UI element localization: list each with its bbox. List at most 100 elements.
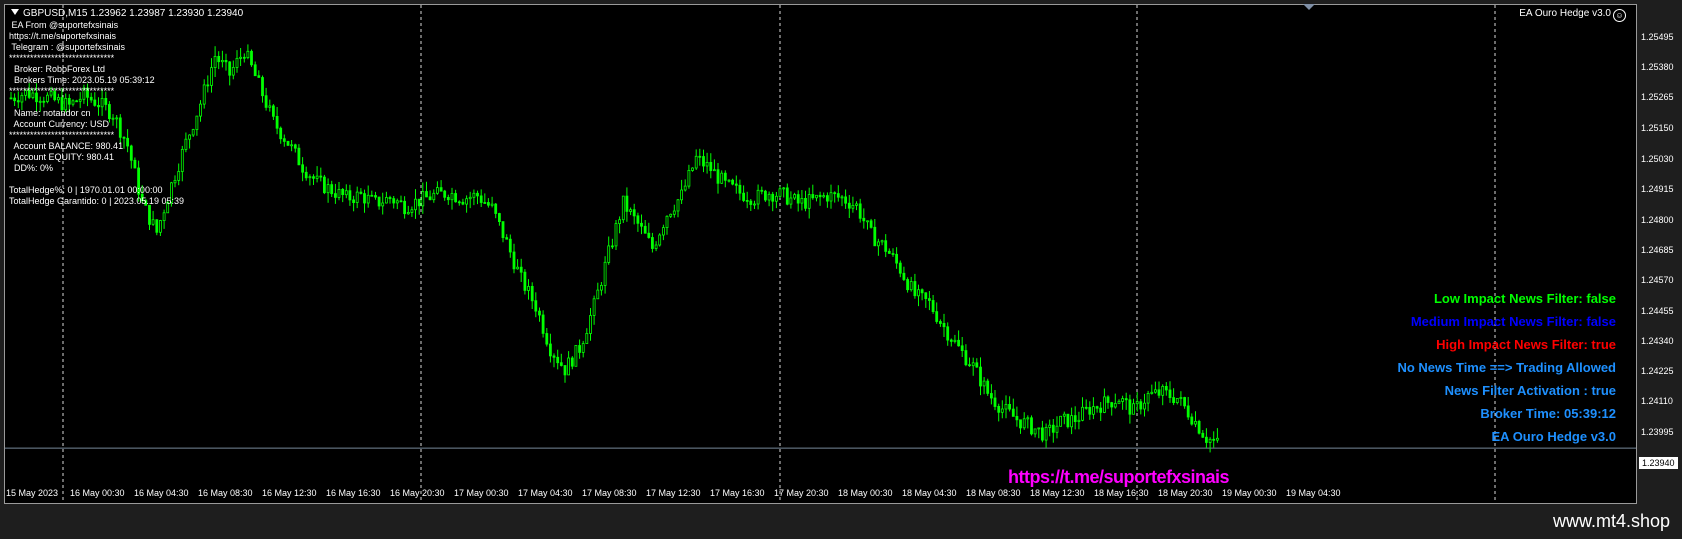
info-line: Account EQUITY: 980.41 bbox=[9, 152, 115, 162]
candle bbox=[1103, 388, 1106, 414]
candle bbox=[1208, 437, 1212, 453]
time-tick-label: 18 May 08:30 bbox=[966, 488, 1021, 498]
candle bbox=[370, 190, 374, 197]
candle bbox=[1066, 413, 1070, 429]
candle bbox=[1121, 395, 1124, 410]
candle bbox=[753, 200, 756, 209]
candle bbox=[1026, 415, 1030, 429]
candle bbox=[968, 357, 971, 367]
chart-area[interactable]: GBPUSD,M15 1.23962 1.23987 1.23930 1.239… bbox=[4, 4, 1637, 504]
candle bbox=[158, 219, 162, 236]
ea-title-text: EA Ouro Hedge v3.0 bbox=[1519, 8, 1611, 19]
candle bbox=[738, 179, 742, 201]
candle bbox=[228, 61, 232, 86]
candle bbox=[126, 129, 129, 153]
candle bbox=[180, 145, 184, 182]
candle bbox=[884, 234, 888, 258]
candle bbox=[804, 190, 807, 212]
candle bbox=[964, 344, 968, 367]
candle bbox=[220, 50, 224, 68]
info-line: ****************************** bbox=[9, 53, 115, 63]
candle bbox=[264, 87, 268, 111]
candle bbox=[1205, 428, 1208, 449]
current-price-tag: 1.23940 bbox=[1639, 457, 1678, 469]
candle bbox=[414, 189, 417, 219]
candle bbox=[399, 195, 403, 203]
candle bbox=[1143, 393, 1146, 417]
candle bbox=[775, 192, 778, 209]
price-tick-label: 1.24455 bbox=[1641, 305, 1674, 316]
candle bbox=[1095, 405, 1099, 413]
candle bbox=[986, 378, 990, 396]
candle bbox=[392, 196, 396, 209]
candle bbox=[709, 153, 713, 179]
candle bbox=[621, 195, 625, 223]
candle bbox=[1212, 431, 1216, 448]
candle bbox=[177, 163, 181, 186]
candle bbox=[665, 215, 669, 235]
candle bbox=[742, 185, 745, 203]
candle bbox=[975, 358, 979, 368]
candle bbox=[651, 232, 654, 253]
candle bbox=[341, 188, 345, 203]
candle bbox=[381, 192, 385, 215]
price-chart[interactable] bbox=[5, 5, 1637, 504]
candle bbox=[1081, 397, 1084, 422]
candle bbox=[75, 99, 78, 103]
candle bbox=[771, 191, 775, 212]
candle bbox=[629, 207, 632, 216]
candle bbox=[920, 288, 924, 301]
dropdown-triangle-icon[interactable] bbox=[11, 9, 19, 15]
candle bbox=[745, 191, 749, 209]
candle bbox=[869, 218, 873, 229]
candle bbox=[1033, 428, 1037, 438]
candle bbox=[880, 239, 884, 246]
info-line: EA From @suportefxsinais bbox=[9, 20, 119, 30]
candle bbox=[1197, 419, 1201, 435]
candle bbox=[446, 194, 450, 205]
candle bbox=[439, 180, 443, 192]
candle bbox=[807, 187, 811, 219]
candle bbox=[815, 194, 818, 202]
candle bbox=[486, 198, 490, 208]
candle bbox=[304, 166, 308, 181]
candle bbox=[312, 174, 315, 185]
candle bbox=[333, 183, 337, 204]
candle bbox=[261, 75, 264, 103]
candle bbox=[822, 192, 826, 199]
candle bbox=[559, 353, 563, 367]
candle bbox=[800, 190, 804, 211]
time-tick-label: 17 May 20:30 bbox=[774, 488, 829, 498]
candle bbox=[315, 166, 319, 183]
news-filter-line: High Impact News Filter: true bbox=[1436, 337, 1616, 352]
candle bbox=[866, 220, 869, 230]
symbol-info[interactable]: GBPUSD,M15 1.23962 1.23987 1.23930 1.239… bbox=[11, 8, 243, 19]
candle bbox=[461, 198, 465, 206]
candle bbox=[432, 189, 436, 203]
candle bbox=[585, 328, 589, 344]
candle bbox=[122, 136, 126, 149]
candle bbox=[191, 128, 195, 137]
candle bbox=[1186, 397, 1190, 420]
candle bbox=[589, 308, 592, 341]
chart-shift-marker-icon[interactable] bbox=[1303, 4, 1315, 10]
candle bbox=[760, 186, 764, 195]
candle bbox=[680, 179, 683, 204]
smiley-icon[interactable]: ☺ bbox=[1613, 9, 1626, 22]
candle bbox=[286, 140, 290, 146]
candle bbox=[592, 295, 596, 325]
candle bbox=[1161, 384, 1165, 406]
candle bbox=[1099, 402, 1103, 421]
candle bbox=[523, 269, 527, 295]
candle bbox=[829, 184, 833, 209]
candle bbox=[873, 219, 877, 247]
candle bbox=[1175, 397, 1179, 405]
candle bbox=[195, 115, 199, 136]
candle bbox=[224, 53, 228, 71]
candle bbox=[494, 203, 498, 219]
candle bbox=[217, 51, 221, 70]
info-line: https://t.me/suportefxsinais bbox=[9, 31, 117, 41]
ea-title[interactable]: EA Ouro Hedge v3.0 ☺ bbox=[1519, 8, 1626, 22]
candle bbox=[997, 403, 1001, 422]
candle bbox=[326, 178, 330, 203]
